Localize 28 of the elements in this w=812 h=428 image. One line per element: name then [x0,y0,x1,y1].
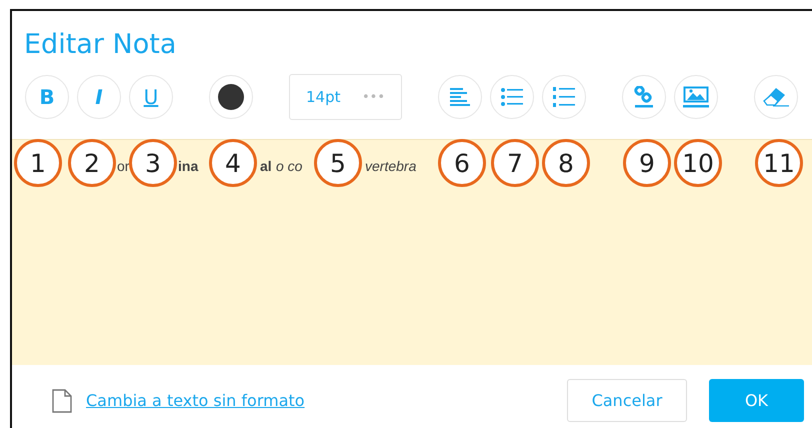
note-text: or [117,158,130,174]
italic-button[interactable]: I [77,75,121,119]
dialog-title: Editar Nota [23,28,178,62]
note-text: vertebra [365,158,416,174]
plain-text-link[interactable]: Cambia a texto sin formato [86,391,305,410]
cancel-button[interactable]: Cancelar [567,379,687,422]
text-color-button[interactable] [209,75,253,119]
ok-button[interactable]: OK [709,379,804,422]
eraser-button[interactable] [754,75,798,119]
numbers-button[interactable] [542,75,586,119]
align-left-icon [450,88,470,106]
bold-button[interactable]: B [25,75,69,119]
eraser-icon [763,87,789,107]
underline-button[interactable]: U [129,75,173,119]
bulleted-list-icon [501,88,523,106]
bullets-button[interactable] [490,75,534,119]
image-icon [683,86,709,108]
more-icon: ••• [362,90,385,104]
link-icon [633,86,655,108]
note-text: al [260,158,272,174]
link-button[interactable] [622,75,666,119]
align-button[interactable] [438,75,482,119]
note-text: ina [178,158,198,174]
image-button[interactable] [674,75,718,119]
numbered-list-icon [553,87,575,107]
font-size-selector[interactable]: 14pt ••• [289,74,402,120]
document-icon [52,388,72,412]
note-text: o co [276,158,302,174]
